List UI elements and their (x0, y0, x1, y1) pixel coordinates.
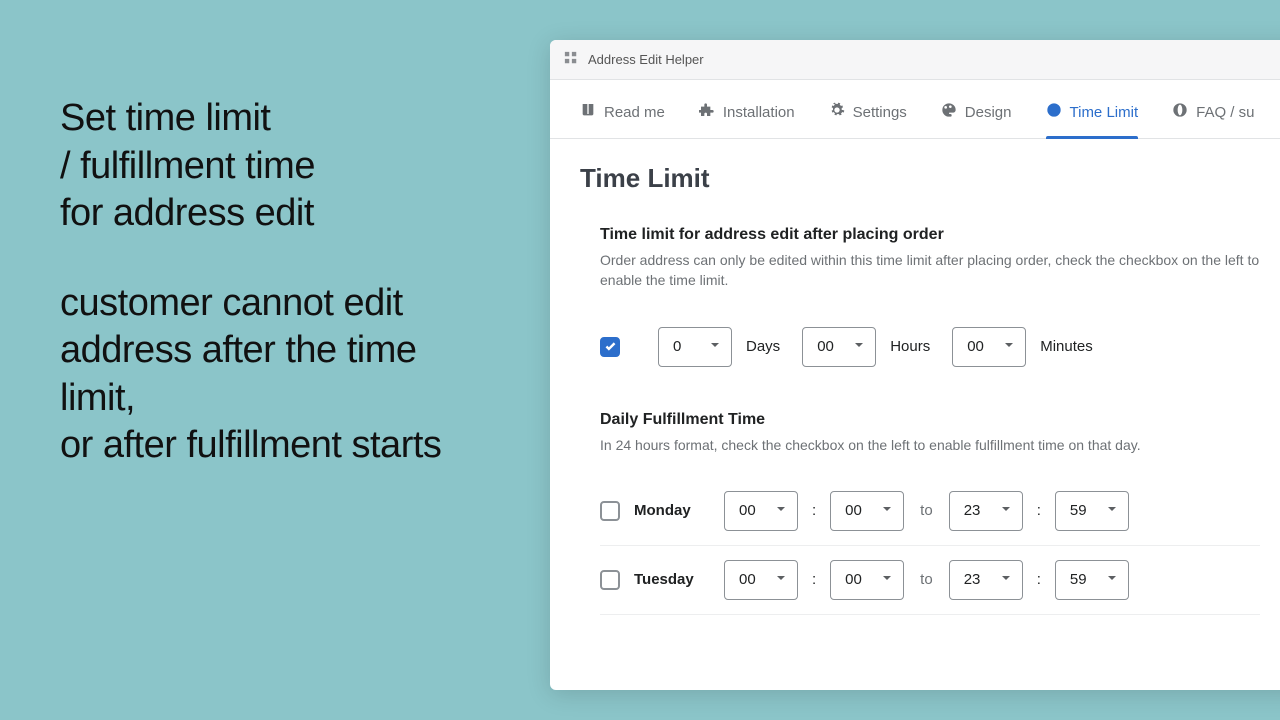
start-hour-select[interactable]: 00 (724, 560, 798, 600)
chevron-down-icon (775, 502, 787, 519)
app-icon (564, 51, 578, 68)
app-window: Address Edit Helper Read me Installation… (550, 40, 1280, 690)
globe-icon (1172, 102, 1188, 122)
chevron-down-icon (709, 338, 721, 355)
day-checkbox[interactable] (600, 501, 620, 521)
day-checkbox[interactable] (600, 570, 620, 590)
select-value: 00 (817, 338, 834, 355)
chevron-down-icon (775, 571, 787, 588)
hours-label: Hours (890, 338, 930, 355)
tab-design[interactable]: Design (941, 88, 1012, 138)
chevron-down-icon (853, 338, 865, 355)
start-minute-select[interactable]: 00 (830, 491, 904, 531)
section-title: Time limit for address edit after placin… (600, 226, 1260, 244)
tab-label: Design (965, 104, 1012, 121)
titlebar: Address Edit Helper (550, 40, 1280, 80)
chevron-down-icon (1000, 502, 1012, 519)
chevron-down-icon (881, 502, 893, 519)
enable-time-limit-checkbox[interactable] (600, 337, 620, 357)
tab-label: Read me (604, 104, 665, 121)
start-minute-select[interactable]: 00 (830, 560, 904, 600)
time-limit-row: 0 Days 00 Hours 00 Minutes (600, 313, 1260, 381)
tab-label: Time Limit (1070, 104, 1139, 121)
select-value: 00 (739, 502, 756, 519)
select-value: 59 (1070, 502, 1087, 519)
tab-faq[interactable]: FAQ / su (1172, 88, 1254, 138)
minutes-label: Minutes (1040, 338, 1093, 355)
tab-settings[interactable]: Settings (829, 88, 907, 138)
time-limit-section: Time limit for address edit after placin… (580, 226, 1280, 381)
select-value: 59 (1070, 571, 1087, 588)
tab-installation[interactable]: Installation (699, 88, 795, 138)
day-row-monday: Monday 00 : 00 to 23 : 59 (600, 477, 1260, 546)
days-label: Days (746, 338, 780, 355)
tab-label: Settings (853, 104, 907, 121)
promo-block-2: customer cannot edit address after the t… (60, 280, 500, 470)
colon: : (812, 571, 816, 588)
end-hour-select[interactable]: 23 (949, 491, 1023, 531)
window-title: Address Edit Helper (588, 52, 704, 67)
promo-block-1: Set time limit / fulfillment time for ad… (60, 95, 500, 238)
select-value: 00 (739, 571, 756, 588)
tabs: Read me Installation Settings Design Tim… (550, 88, 1280, 139)
colon: : (812, 502, 816, 519)
tab-label: Installation (723, 104, 795, 121)
section-help: In 24 hours format, check the checkbox o… (600, 435, 1260, 455)
end-minute-select[interactable]: 59 (1055, 560, 1129, 600)
to-label: to (920, 571, 933, 588)
chevron-down-icon (1106, 502, 1118, 519)
chevron-down-icon (881, 571, 893, 588)
clock-icon (1046, 102, 1062, 122)
days-select[interactable]: 0 (658, 327, 732, 367)
section-help: Order address can only be edited within … (600, 250, 1260, 291)
content: Time Limit Time limit for address edit a… (550, 139, 1280, 615)
day-row-tuesday: Tuesday 00 : 00 to 23 : 59 (600, 546, 1260, 615)
end-minute-select[interactable]: 59 (1055, 491, 1129, 531)
promo-text: Set time limit / fulfillment time for ad… (60, 95, 500, 470)
day-label: Monday (634, 502, 710, 519)
select-value: 23 (964, 502, 981, 519)
palette-icon (941, 102, 957, 122)
tab-read-me[interactable]: Read me (580, 88, 665, 138)
chevron-down-icon (1106, 571, 1118, 588)
colon: : (1037, 502, 1041, 519)
select-value: 00 (967, 338, 984, 355)
fulfillment-section: Daily Fulfillment Time In 24 hours forma… (580, 411, 1280, 615)
colon: : (1037, 571, 1041, 588)
day-label: Tuesday (634, 571, 710, 588)
select-value: 23 (964, 571, 981, 588)
book-icon (580, 102, 596, 122)
start-hour-select[interactable]: 00 (724, 491, 798, 531)
section-title: Daily Fulfillment Time (600, 411, 1260, 429)
select-value: 00 (845, 502, 862, 519)
tab-label: FAQ / su (1196, 104, 1254, 121)
tab-time-limit[interactable]: Time Limit (1046, 88, 1139, 138)
chevron-down-icon (1003, 338, 1015, 355)
gear-icon (829, 102, 845, 122)
to-label: to (920, 502, 933, 519)
chevron-down-icon (1000, 571, 1012, 588)
minutes-select[interactable]: 00 (952, 327, 1026, 367)
puzzle-icon (699, 102, 715, 122)
end-hour-select[interactable]: 23 (949, 560, 1023, 600)
page-title: Time Limit (580, 163, 1280, 194)
select-value: 0 (673, 338, 681, 355)
select-value: 00 (845, 571, 862, 588)
hours-select[interactable]: 00 (802, 327, 876, 367)
